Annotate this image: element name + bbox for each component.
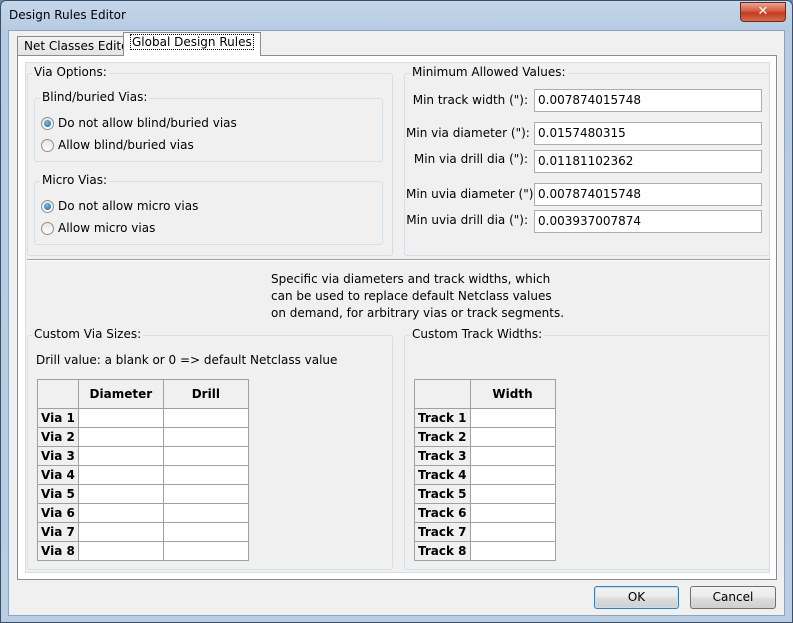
- via-diameter-cell[interactable]: [77, 408, 164, 428]
- min-track-width-label: Min track width ("):: [412, 93, 528, 107]
- description-line: Specific via diameters and track widths,…: [271, 272, 551, 286]
- radio-label: Allow blind/buried vias: [58, 138, 194, 152]
- via-diameter-cell[interactable]: [77, 484, 164, 504]
- via-drill-cell[interactable]: [162, 408, 249, 428]
- radio-unchecked-icon: [41, 221, 54, 235]
- tab-label: Net Classes Editor: [24, 39, 134, 53]
- track-row-header: Track 4: [414, 465, 471, 485]
- via-row-header: Via 3: [37, 446, 79, 466]
- radio-label: Do not allow blind/buried vias: [58, 116, 237, 130]
- cancel-button[interactable]: Cancel: [690, 586, 776, 609]
- via-diameter-cell[interactable]: [77, 465, 164, 485]
- track-width-cell[interactable]: [469, 427, 556, 447]
- design-rules-editor-window: Design Rules Editor ✕ Net Classes Editor…: [0, 0, 793, 623]
- blind-buried-vias-label: Blind/buried Vias:: [40, 90, 150, 104]
- minimum-values-label: Minimum Allowed Values:: [410, 65, 568, 79]
- custom-via-sizes-label: Custom Via Sizes:: [32, 327, 144, 341]
- custom-track-widths-grid[interactable]: Width Track 1 Track 2 Track 3 Track 4 Tr…: [414, 379, 556, 561]
- tab-label: Global Design Rules: [130, 34, 254, 50]
- track-row-header: Track 2: [414, 427, 471, 447]
- min-uvia-diameter-label: Min uvia diameter ("):: [406, 187, 538, 201]
- custom-sizes-description: Specific via diameters and track widths,…: [271, 271, 564, 322]
- via-drill-cell[interactable]: [162, 522, 249, 542]
- via-diameter-cell[interactable]: [77, 522, 164, 542]
- min-via-drill-label: Min via drill dia ("):: [413, 152, 528, 166]
- tab-panel: Via Options: Blind/buried Vias: Do not a…: [17, 55, 777, 580]
- via-diameter-cell[interactable]: [77, 446, 164, 466]
- radio-allow-blind-buried[interactable]: Allow blind/buried vias: [41, 136, 194, 154]
- via-diameter-cell[interactable]: [77, 427, 164, 447]
- custom-track-widths-label: Custom Track Widths:: [410, 327, 545, 341]
- micro-vias-label: Micro Vias:: [40, 173, 110, 187]
- min-via-diameter-label: Min via diameter ("):: [406, 126, 530, 140]
- global-rules-content: Via Options: Blind/buried Vias: Do not a…: [25, 62, 770, 573]
- ok-button[interactable]: OK: [594, 586, 679, 609]
- via-row-header: Via 6: [37, 503, 79, 523]
- min-via-drill-field[interactable]: 0.01181102362: [534, 150, 762, 173]
- track-row-header: Track 3: [414, 446, 471, 466]
- width-column-header[interactable]: Width: [469, 379, 556, 409]
- track-width-cell[interactable]: [469, 503, 556, 523]
- track-width-cell[interactable]: [469, 484, 556, 504]
- via-diameter-cell[interactable]: [77, 541, 164, 561]
- min-via-diameter-field[interactable]: 0.0157480315: [534, 122, 762, 145]
- description-line: can be used to replace default Netclass …: [271, 289, 552, 303]
- track-row-header: Track 8: [414, 541, 471, 561]
- via-row-header: Via 4: [37, 465, 79, 485]
- via-drill-cell[interactable]: [162, 503, 249, 523]
- custom-via-sizes-grid[interactable]: Diameter Drill Via 1 Via 2 Via 3 Via 4 V…: [37, 379, 249, 561]
- via-row-header: Via 7: [37, 522, 79, 542]
- grid-corner-cell: [414, 379, 471, 409]
- radio-label: Allow micro vias: [58, 221, 156, 235]
- min-uvia-diameter-field[interactable]: 0.007874015748: [534, 183, 762, 206]
- diameter-column-header[interactable]: Diameter: [77, 379, 164, 409]
- close-icon[interactable]: ✕: [740, 2, 786, 22]
- tab-net-classes-editor[interactable]: Net Classes Editor: [17, 36, 141, 56]
- track-row-header: Track 1: [414, 408, 471, 428]
- via-diameter-cell[interactable]: [77, 503, 164, 523]
- track-width-cell[interactable]: [469, 446, 556, 466]
- dialog-client-area: Net Classes Editor Global Design Rules V…: [8, 30, 785, 616]
- via-options-label: Via Options:: [32, 65, 109, 79]
- via-row-header: Via 2: [37, 427, 79, 447]
- description-line: on demand, for arbitrary vias or track s…: [271, 306, 565, 320]
- min-track-width-field[interactable]: 0.007874015748: [534, 89, 762, 112]
- via-row-header: Via 5: [37, 484, 79, 504]
- radio-disallow-micro-vias[interactable]: Do not allow micro vias: [41, 197, 198, 215]
- track-row-header: Track 7: [414, 522, 471, 542]
- via-drill-cell[interactable]: [162, 541, 249, 561]
- radio-label: Do not allow micro vias: [58, 199, 199, 213]
- min-uvia-drill-label: Min uvia drill dia ("):: [406, 213, 528, 227]
- track-row-header: Track 6: [414, 503, 471, 523]
- radio-allow-micro-vias[interactable]: Allow micro vias: [41, 219, 155, 237]
- radio-checked-icon: [41, 116, 54, 130]
- via-drill-cell[interactable]: [162, 446, 249, 466]
- title-bar[interactable]: Design Rules Editor ✕: [1, 1, 792, 31]
- via-row-header: Via 8: [37, 541, 79, 561]
- track-width-cell[interactable]: [469, 541, 556, 561]
- track-grid-header-fill: [548, 379, 762, 408]
- track-width-cell[interactable]: [469, 465, 556, 485]
- via-drill-cell[interactable]: [162, 427, 249, 447]
- via-drill-cell[interactable]: [162, 465, 249, 485]
- min-uvia-drill-field[interactable]: 0.003937007874: [534, 210, 762, 233]
- radio-checked-icon: [41, 199, 54, 213]
- track-width-cell[interactable]: [469, 522, 556, 542]
- via-row-header: Via 1: [37, 408, 79, 428]
- tab-global-design-rules[interactable]: Global Design Rules: [123, 32, 261, 56]
- horizontal-divider: [27, 259, 770, 261]
- grid-corner-cell: [37, 379, 79, 409]
- drill-value-hint: Drill value: a blank or 0 => default Net…: [36, 353, 338, 367]
- radio-unchecked-icon: [41, 138, 54, 152]
- window-title: Design Rules Editor: [9, 8, 126, 22]
- via-grid-header-fill: [243, 379, 383, 408]
- track-row-header: Track 5: [414, 484, 471, 504]
- track-width-cell[interactable]: [469, 408, 556, 428]
- via-drill-cell[interactable]: [162, 484, 249, 504]
- drill-column-header[interactable]: Drill: [162, 379, 249, 409]
- radio-disallow-blind-buried[interactable]: Do not allow blind/buried vias: [41, 114, 237, 132]
